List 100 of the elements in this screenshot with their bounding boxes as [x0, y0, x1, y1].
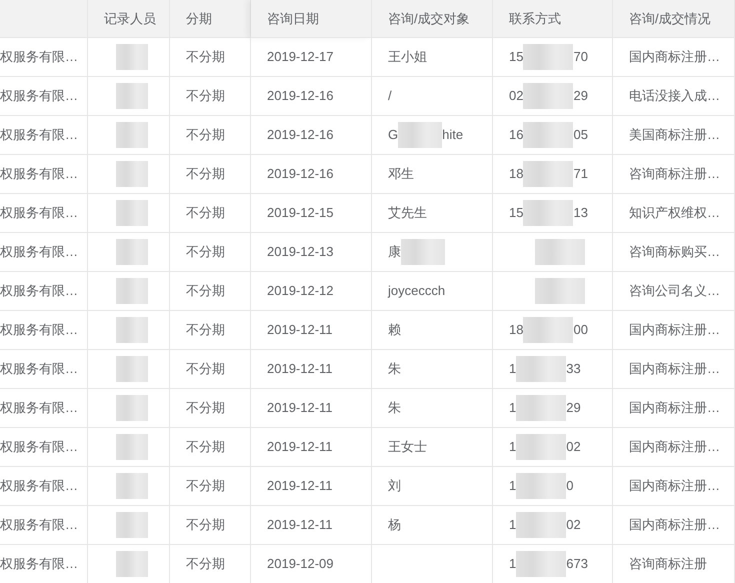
table-cell-text: / [388, 87, 392, 106]
table-cell-text: 673 [566, 555, 588, 574]
table-cell-text: G [388, 126, 398, 144]
table-cell-text: 权服务有限… [0, 126, 78, 144]
table-cell-text: 咨询商标注册 [629, 555, 707, 574]
table-cell-text: 咨询商标购买… [629, 243, 720, 262]
table-cell-text: 王女士 [388, 438, 427, 456]
table-cell-text: 权服务有限… [0, 399, 78, 418]
table-cell-text: 2019-12-15 [267, 204, 334, 222]
column-header[interactable]: 咨询/成交情况 [613, 0, 735, 38]
table-cell-text: 权服务有限… [0, 282, 78, 300]
table-cell-text: 康 [388, 243, 401, 262]
table-cell-text: 不分期 [186, 321, 225, 340]
table-cell-text: 不分期 [186, 204, 225, 222]
table-cell-text: 1 [509, 399, 516, 418]
column-header[interactable]: 联系方式 [493, 0, 613, 38]
table-cell-text: 00 [573, 321, 588, 340]
table-cell-text: 2019-12-16 [267, 87, 334, 106]
table-cell-text: 咨询商标注册… [629, 165, 720, 184]
table-cell-text: 2019-12-11 [267, 399, 333, 418]
table-cell-text: 05 [573, 126, 588, 144]
table-cell-text: 不分期 [186, 48, 225, 66]
table-cell-text: 刘 [388, 477, 401, 496]
table-cell-text: 29 [566, 399, 581, 418]
table-cell-text: 不分期 [186, 555, 225, 574]
table-cell-text: 国内商标注册… [629, 516, 720, 534]
table-cell-text: 朱 [388, 360, 401, 378]
table-cell-text: joyceccch [388, 282, 446, 300]
column-header[interactable]: 咨询日期 [251, 0, 372, 38]
table-cell-text: 2019-12-16 [267, 126, 334, 144]
table-cell-text: 29 [573, 87, 588, 106]
table-cell-text: 2019-12-11 [267, 516, 333, 534]
table-cell-text: 1 [509, 516, 516, 534]
column-header[interactable]: 咨询/成交对象 [372, 0, 493, 38]
table-cell-text: 权服务有限… [0, 477, 78, 496]
table-cell-text: 权服务有限… [0, 438, 78, 456]
table-cell-text: 16 [509, 126, 524, 144]
table-cell-text: 权服务有限… [0, 321, 78, 340]
table-cell-text: 02 [566, 516, 581, 534]
column-header[interactable]: 分期 [170, 0, 251, 38]
table-cell-text: 国内商标注册… [629, 321, 720, 340]
table-cell-text: 艾先生 [388, 204, 427, 222]
table-cell-text: 咨询公司名义… [629, 282, 720, 300]
table-cell-text: 2019-12-12 [267, 282, 334, 300]
table-cell-text: 国内商标注册… [629, 438, 720, 456]
table-cell-text: 70 [573, 48, 588, 66]
table-cell-text: 18 [509, 165, 524, 184]
table-cell-text: 权服务有限… [0, 516, 78, 534]
table-cell-text: 王小姐 [388, 48, 427, 66]
table-cell-text: 电话没接入成… [629, 87, 720, 106]
table-cell-text: 02 [509, 87, 524, 106]
table-cell-text: 权服务有限… [0, 87, 78, 106]
table-cell-text: 不分期 [186, 399, 225, 418]
table-cell-text: 1 [509, 360, 516, 378]
table-cell-text: 国内商标注册… [629, 360, 720, 378]
table-cell-text: 2019-12-16 [267, 165, 334, 184]
column-header[interactable]: 记录人员 [88, 0, 170, 38]
table-cell-text: 2019-12-11 [267, 360, 333, 378]
table-cell-text: 1 [509, 477, 516, 496]
table-cell-text: 国内商标注册… [629, 399, 720, 418]
table-cell-text: 赖 [388, 321, 401, 340]
table-cell-text: 国内商标注册… [629, 477, 720, 496]
table-cell-text: 2019-12-13 [267, 243, 334, 262]
table-cell-text: 不分期 [186, 87, 225, 106]
table-cell-text: 1 [509, 555, 516, 574]
table-cell-text: 不分期 [186, 438, 225, 456]
table-cell-text: 2019-12-11 [267, 477, 333, 496]
table-cell-text: hite [442, 126, 464, 144]
table-cell-text: 权服务有限… [0, 204, 78, 222]
table-cell-text: 权服务有限… [0, 243, 78, 262]
table-cell-text: 权服务有限… [0, 48, 78, 66]
table-cell-text: 国内商标注册… [629, 48, 720, 66]
table-cell-text: 1 [509, 438, 516, 456]
table-cell-text: 不分期 [186, 165, 225, 184]
table-cell-text: 不分期 [186, 243, 225, 262]
table-cell-text: 02 [566, 438, 581, 456]
table-cell-text: 0 [566, 477, 574, 496]
table-cell-text: 权服务有限… [0, 360, 78, 378]
table-cell-text: 杨 [388, 516, 401, 534]
table-cell-text: 不分期 [186, 477, 225, 496]
table-cell-text: 朱 [388, 399, 401, 418]
table-cell-text: 18 [509, 321, 524, 340]
table-cell-text: 权服务有限… [0, 555, 78, 574]
table-cell-text: 美国商标注册… [629, 126, 720, 144]
table-cell-text: 13 [573, 204, 588, 222]
table-cell-text: 不分期 [186, 282, 225, 300]
table-cell-text: 2019-12-11 [267, 438, 333, 456]
table-cell-text: 2019-12-09 [267, 555, 334, 574]
table-cell-text: 不分期 [186, 360, 225, 378]
table-cell-text: 2019-12-17 [267, 48, 334, 66]
table-cell-text: 邓生 [388, 165, 414, 184]
table-cell-text: 15 [509, 48, 524, 66]
table-cell-text: 71 [573, 165, 588, 184]
table-cell-text: 15 [509, 204, 524, 222]
table-cell-text: 不分期 [186, 126, 225, 144]
table-cell-text: 不分期 [186, 516, 225, 534]
table-cell-text: 权服务有限… [0, 165, 78, 184]
table-cell-text: 2019-12-11 [267, 321, 333, 340]
table-cell-text: 知识产权维权… [629, 204, 720, 222]
table-cell-text: 33 [566, 360, 581, 378]
